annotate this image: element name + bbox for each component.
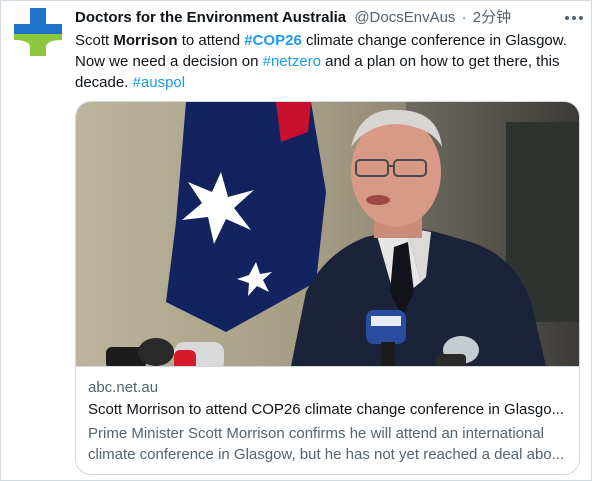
tweet-text-line: Now we need a decision on #netzero and a…: [75, 51, 580, 72]
more-horizontal-icon-dot: [572, 16, 576, 20]
text-emphasis: Morrison: [113, 32, 178, 49]
card-domain: abc.net.au: [88, 379, 159, 396]
text-segment: decade.: [75, 74, 133, 91]
green-blue-cross-logo-icon: [14, 8, 62, 56]
text-segment: Now we need a decision on: [75, 53, 263, 70]
tweet-timestamp[interactable]: 2分钟: [473, 9, 511, 26]
card-description: Prime Minister Scott Morrison confirms h…: [88, 423, 570, 465]
text-segment: to attend: [177, 32, 245, 49]
card-divider: [76, 366, 579, 367]
tweet-header: Doctors for the Environment Australia @D…: [75, 8, 555, 28]
more-horizontal-icon: [565, 16, 569, 20]
more-horizontal-icon-dot: [579, 16, 583, 20]
link-preview-card[interactable]: abc.net.au Scott Morrison to attend COP2…: [75, 101, 580, 475]
card-description-line: climate conference in Glasgow, but he ha…: [88, 446, 565, 463]
hashtag-netzero[interactable]: #netzero: [263, 53, 321, 70]
hashtag-cop26[interactable]: #COP26: [244, 32, 302, 49]
tweet-text-line: Scott Morrison to attend #COP26 climate …: [75, 30, 580, 51]
article-photo-icon: [76, 102, 579, 366]
tweet[interactable]: Doctors for the Environment Australia @D…: [0, 0, 592, 481]
tweet-text-line: decade. #auspol: [75, 72, 580, 93]
text-segment: climate change conference in Glasgow.: [301, 32, 567, 49]
text-segment: Scott: [75, 32, 114, 49]
card-title: Scott Morrison to attend COP26 climate c…: [88, 401, 565, 418]
text-segment: and a plan on how to get there, this: [321, 53, 560, 70]
author-display-name[interactable]: Doctors for the Environment Australia: [75, 9, 346, 26]
card-description-line: Prime Minister Scott Morrison confirms h…: [88, 425, 545, 442]
header-separator: ·: [461, 9, 467, 26]
card-body[interactable]: abc.net.au Scott Morrison to attend COP2…: [88, 378, 570, 465]
more-options-button[interactable]: [565, 11, 583, 25]
tweet-text: Scott Morrison to attend #COP26 climate …: [75, 30, 580, 93]
author-handle[interactable]: @DocsEnvAus: [354, 9, 455, 26]
hashtag-auspol[interactable]: #auspol: [133, 74, 186, 91]
card-image[interactable]: [76, 102, 579, 366]
avatar[interactable]: [14, 8, 62, 56]
